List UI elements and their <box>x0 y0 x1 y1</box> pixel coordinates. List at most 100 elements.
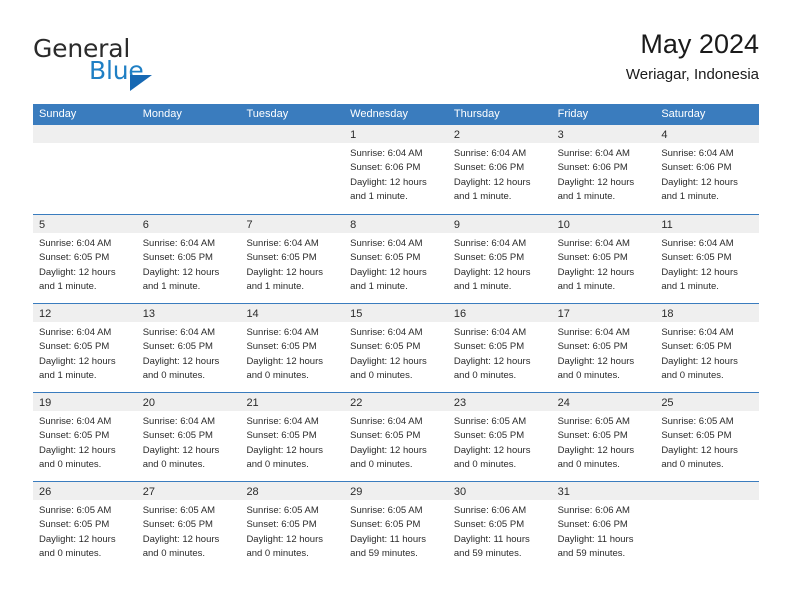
day-detail-line: Sunrise: 6:04 AM <box>246 416 319 427</box>
day-detail-line: and 0 minutes. <box>39 458 102 470</box>
day-detail-line: and 0 minutes. <box>246 369 309 381</box>
day-detail-line: Sunset: 6:05 PM <box>142 519 213 531</box>
day-details <box>655 500 759 504</box>
day-cell-2[interactable]: 2 Sunrise: 6:04 AM Sunset: 6:06 PM Daylight… <box>447 125 552 214</box>
day-details: Sunrise: 6:04 AM Sunset: 6:05 PM Daylight:… <box>448 322 552 383</box>
day-detail-line: Sunset: 6:05 PM <box>246 430 317 442</box>
weekday-header-saturday: Saturday <box>661 108 706 120</box>
day-detail-line: Sunrise: 6:04 AM <box>661 327 734 338</box>
day-number-band: 4 <box>655 125 760 143</box>
day-detail-line: Daylight: 12 hours <box>350 266 427 278</box>
day-detail-line: Sunset: 6:05 PM <box>661 430 732 442</box>
day-detail-line: Sunset: 6:05 PM <box>661 341 732 353</box>
day-detail-line: and 0 minutes. <box>557 458 620 470</box>
day-number: 3 <box>557 129 564 141</box>
day-detail-line: Sunrise: 6:04 AM <box>661 238 734 249</box>
day-number: 25 <box>661 397 674 409</box>
day-detail-line: and 0 minutes. <box>142 458 206 470</box>
day-details: Sunrise: 6:04 AM Sunset: 6:05 PM Daylight:… <box>552 322 656 383</box>
day-number: 16 <box>453 308 467 320</box>
day-detail-line: Sunrise: 6:04 AM <box>246 238 319 249</box>
day-cell-empty <box>655 482 760 570</box>
day-detail-line: Daylight: 12 hours <box>557 355 635 367</box>
day-number: 29 <box>350 486 363 498</box>
day-number: 21 <box>246 397 259 409</box>
day-cell-18[interactable]: 18 Sunrise: 6:04 AM Sunset: 6:05 PM Dayligh… <box>655 304 760 392</box>
day-cell-6[interactable]: 6 Sunrise: 6:04 AM Sunset: 6:05 PM Daylight… <box>136 215 241 303</box>
day-number: 22 <box>350 397 363 409</box>
day-detail-line: Daylight: 12 hours <box>39 266 116 278</box>
day-cell-29[interactable]: 29 Sunrise: 6:05 AM Sunset: 6:05 PM Dayligh… <box>344 482 448 570</box>
day-detail-line: Sunrise: 6:04 AM <box>246 327 319 338</box>
day-detail-line: Daylight: 12 hours <box>557 444 635 456</box>
day-detail-line: and 1 minute. <box>39 369 97 381</box>
day-cell-19[interactable]: 19 Sunrise: 6:04 AM Sunset: 6:05 PM Dayligh… <box>33 393 137 481</box>
day-cell-11[interactable]: 11 Sunrise: 6:04 AM Sunset: 6:05 PM Dayligh… <box>655 215 760 303</box>
day-cell-25[interactable]: 25 Sunrise: 6:05 AM Sunset: 6:05 PM Dayligh… <box>655 393 760 481</box>
day-details <box>137 143 241 147</box>
day-cell-13[interactable]: 13 Sunrise: 6:04 AM Sunset: 6:05 PM Dayligh… <box>136 304 241 392</box>
day-detail-line: and 0 minutes. <box>246 547 309 559</box>
day-number: 30 <box>453 486 467 498</box>
day-cell-20[interactable]: 20 Sunrise: 6:04 AM Sunset: 6:05 PM Dayligh… <box>136 393 241 481</box>
day-cell-31[interactable]: 31 Sunrise: 6:06 AM Sunset: 6:06 PM Dayligh… <box>551 482 656 570</box>
day-number: 19 <box>39 397 52 409</box>
day-cell-4[interactable]: 4 Sunrise: 6:04 AM Sunset: 6:06 PM Daylight… <box>655 125 760 214</box>
day-cell-17[interactable]: 17 Sunrise: 6:04 AM Sunset: 6:05 PM Dayligh… <box>551 304 656 392</box>
day-detail-line: Daylight: 12 hours <box>142 444 220 456</box>
day-number-band: 5 <box>33 215 137 233</box>
day-cell-21[interactable]: 21 Sunrise: 6:04 AM Sunset: 6:05 PM Dayligh… <box>240 393 345 481</box>
day-detail-line: Daylight: 11 hours <box>350 533 427 545</box>
day-number-band: 6 <box>136 215 241 233</box>
day-cell-8[interactable]: 8 Sunrise: 6:04 AM Sunset: 6:05 PM Daylight… <box>344 215 448 303</box>
day-cell-3[interactable]: 3 Sunrise: 6:04 AM Sunset: 6:06 PM Daylight… <box>551 125 656 214</box>
day-number-band: 29 <box>344 482 448 500</box>
day-cell-9[interactable]: 9 Sunrise: 6:04 AM Sunset: 6:05 PM Daylight… <box>447 215 552 303</box>
day-number: 15 <box>350 308 363 320</box>
day-cell-12[interactable]: 12 Sunrise: 6:04 AM Sunset: 6:05 PM Dayligh… <box>33 304 137 392</box>
day-cell-14[interactable]: 14 Sunrise: 6:04 AM Sunset: 6:05 PM Dayligh… <box>240 304 345 392</box>
day-detail-line: Sunrise: 6:06 AM <box>557 505 630 516</box>
day-cell-24[interactable]: 24 Sunrise: 6:05 AM Sunset: 6:05 PM Dayligh… <box>551 393 656 481</box>
day-cell-28[interactable]: 28 Sunrise: 6:05 AM Sunset: 6:05 PM Dayligh… <box>240 482 345 570</box>
day-cell-30[interactable]: 30 Sunrise: 6:06 AM Sunset: 6:05 PM Dayligh… <box>447 482 552 570</box>
day-detail-line: Sunset: 6:05 PM <box>453 252 525 264</box>
day-number-band: 22 <box>344 393 448 411</box>
day-number: 24 <box>557 397 570 409</box>
calendar-grid: Sunday Monday Tuesday Wednesday Thursday Frid… <box>33 104 760 570</box>
day-detail-line: Daylight: 12 hours <box>142 533 220 545</box>
day-cell-15[interactable]: 15 Sunrise: 6:04 AM Sunset: 6:05 PM Dayligh… <box>344 304 448 392</box>
day-detail-line: Sunrise: 6:04 AM <box>142 416 216 427</box>
brand-logo[interactable]: General Blue <box>33 34 273 91</box>
day-number-band: 26 <box>33 482 137 500</box>
day-detail-line: Sunset: 6:06 PM <box>350 162 421 174</box>
day-cell-23[interactable]: 23 Sunrise: 6:05 AM Sunset: 6:05 PM Dayligh… <box>447 393 552 481</box>
day-cell-16[interactable]: 16 Sunrise: 6:04 AM Sunset: 6:05 PM Dayligh… <box>447 304 552 392</box>
day-details: Sunrise: 6:04 AM Sunset: 6:05 PM Daylight:… <box>344 233 448 294</box>
day-cell-1[interactable]: 1 Sunrise: 6:04 AM Sunset: 6:06 PM Daylight… <box>344 125 448 214</box>
day-cell-22[interactable]: 22 Sunrise: 6:04 AM Sunset: 6:05 PM Dayligh… <box>344 393 448 481</box>
weekday-header-tuesday: Tuesday <box>246 108 289 120</box>
day-cell-27[interactable]: 27 Sunrise: 6:05 AM Sunset: 6:05 PM Dayligh… <box>136 482 241 570</box>
day-detail-line: and 0 minutes. <box>39 547 102 559</box>
day-number-band: 27 <box>136 482 241 500</box>
day-number: 26 <box>39 486 52 498</box>
triangle-flag-icon <box>130 75 152 91</box>
day-details: Sunrise: 6:04 AM Sunset: 6:06 PM Daylight:… <box>448 143 552 204</box>
day-detail-line: Sunset: 6:05 PM <box>246 341 317 353</box>
calendar-week-row: 1 Sunrise: 6:04 AM Sunset: 6:06 PM Daylight… <box>33 125 760 214</box>
day-cell-7[interactable]: 7 Sunrise: 6:04 AM Sunset: 6:05 PM Daylight… <box>240 215 345 303</box>
day-details: Sunrise: 6:04 AM Sunset: 6:05 PM Daylight:… <box>655 233 759 294</box>
day-number: 20 <box>142 397 155 409</box>
day-details: Sunrise: 6:05 AM Sunset: 6:05 PM Daylight:… <box>137 500 241 561</box>
day-cell-5[interactable]: 5 Sunrise: 6:04 AM Sunset: 6:05 PM Daylight… <box>33 215 137 303</box>
day-number-band: 2 <box>447 125 552 143</box>
day-number: 11 <box>661 219 673 231</box>
day-cell-26[interactable]: 26 Sunrise: 6:05 AM Sunset: 6:05 PM Dayligh… <box>33 482 137 570</box>
day-detail-line: Daylight: 12 hours <box>39 355 116 367</box>
day-number-band: 7 <box>240 215 345 233</box>
day-detail-line: and 1 minute. <box>661 190 719 202</box>
day-number: 4 <box>661 129 668 141</box>
day-cell-empty <box>136 125 241 214</box>
day-cell-10[interactable]: 10 Sunrise: 6:04 AM Sunset: 6:05 PM Dayligh… <box>551 215 656 303</box>
